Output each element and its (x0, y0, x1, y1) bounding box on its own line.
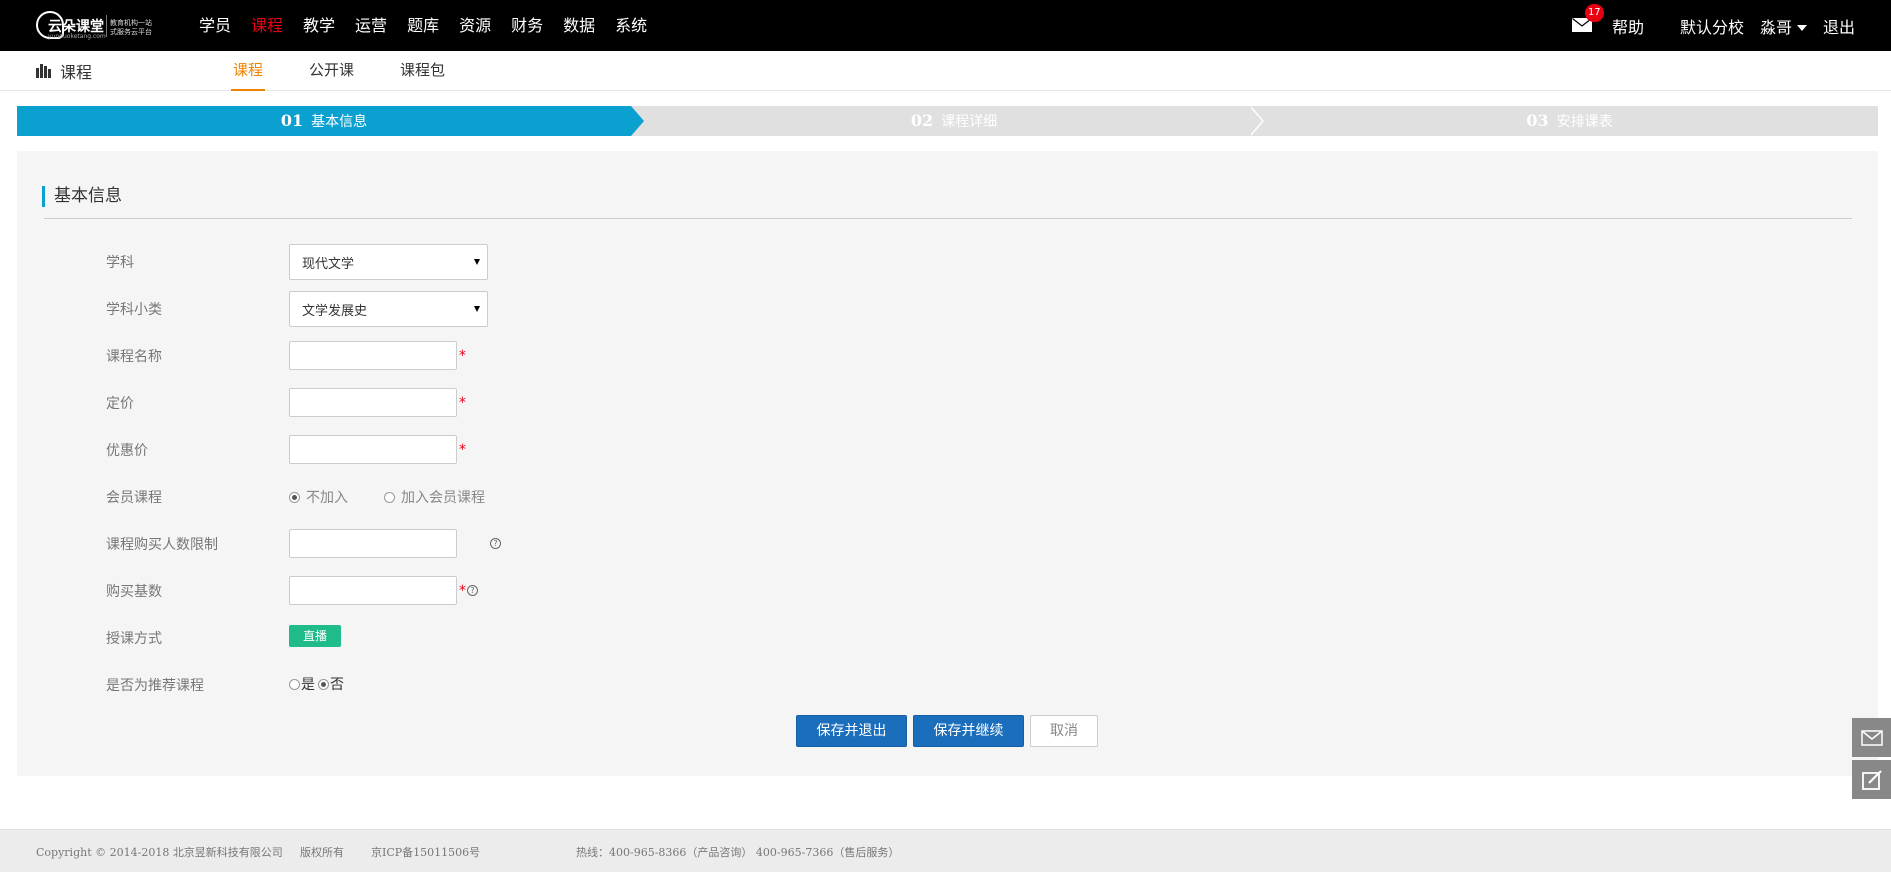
subcategory-value: 文学发展史 (302, 303, 368, 319)
course-name-row: * (289, 341, 466, 370)
subject-select[interactable]: 现代文学 (289, 244, 488, 280)
nav-data[interactable]: 数据 (563, 0, 595, 51)
envelope-icon (1860, 729, 1883, 746)
purchase-base-row: * ? (289, 576, 478, 605)
sub-tabs: 课程 公开课 课程包 (231, 51, 489, 91)
branch-link[interactable]: 默认分校 (1680, 14, 1744, 38)
member-course-options: 不加入 加入会员课程 (289, 487, 521, 507)
step-arrow (631, 106, 644, 136)
footer: Copyright © 2014-2018 北京昱新科技有限公司 版权所有 京I… (0, 829, 1891, 872)
help-link[interactable]: 帮助 (1612, 14, 1644, 38)
step-schedule: 03 安排课表 (1526, 111, 1613, 130)
step-course-detail: 02 课程详细 (910, 111, 998, 130)
purchase-base-label: 购买基数 (106, 584, 162, 600)
library-icon (36, 64, 52, 78)
nav-students[interactable]: 学员 (199, 0, 231, 51)
teaching-mode-label: 授课方式 (106, 631, 162, 647)
required-mark: * (459, 582, 466, 599)
question-icon[interactable]: ? (467, 585, 478, 596)
footer-hotline: 热线：400-965-8366（产品咨询） 400-965-7366（售后服务） (576, 846, 900, 859)
subject-label: 学科 (106, 255, 134, 271)
recommend-label: 是否为推荐课程 (106, 678, 204, 694)
nav-finance[interactable]: 财务 (511, 0, 543, 51)
logo-tagline-2: 式服务云平台 (110, 28, 152, 36)
dropdown-arrow-icon (474, 306, 480, 312)
tab-course[interactable]: 课程 (231, 51, 266, 91)
caret-down-icon (1796, 25, 1807, 31)
recommend-no-radio[interactable] (318, 678, 329, 690)
top-navbar: 云朵课堂 教育机构一站 式服务云平台 yunduoketang.com 学员 课… (0, 0, 1891, 51)
mail-count-badge: 17 (1584, 3, 1604, 22)
nav-resources[interactable]: 资源 (459, 0, 491, 51)
mail-button[interactable]: 17 (1571, 3, 1604, 34)
nav-teaching[interactable]: 教学 (303, 0, 335, 51)
discount-price-label: 优惠价 (106, 443, 148, 459)
nav-question-bank[interactable]: 题库 (407, 0, 439, 51)
tab-course-package[interactable]: 课程包 (398, 51, 447, 91)
price-row: * (289, 388, 466, 417)
logo-url: yunduoketang.com (48, 33, 106, 40)
logo-divider (106, 15, 107, 37)
step-progress: 01 基本信息 02 课程详细 03 安排课表 (17, 106, 1878, 136)
save-exit-button[interactable]: 保存并退出 (796, 715, 907, 747)
tab-open-course[interactable]: 公开课 (307, 51, 356, 91)
nav-operations[interactable]: 运营 (355, 0, 387, 51)
step-basic-info: 01 基本信息 (17, 106, 631, 136)
footer-icp[interactable]: 京ICP备15011506号 (371, 844, 480, 860)
footer-rights: 版权所有 (300, 846, 344, 859)
recommend-yes-label[interactable]: 是 (301, 674, 315, 694)
discount-price-input[interactable] (289, 435, 457, 464)
side-edit-button[interactable] (1852, 760, 1891, 799)
purchase-limit-input[interactable] (289, 529, 457, 558)
user-menu[interactable]: 淼哥 (1760, 14, 1807, 38)
required-mark: * (459, 394, 466, 411)
recommend-no-label[interactable]: 否 (330, 674, 344, 694)
course-name-input[interactable] (289, 341, 457, 370)
sub-navbar: 课程 课程 公开课 课程包 (0, 51, 1891, 91)
course-name-label: 课程名称 (106, 349, 162, 365)
live-tag[interactable]: 直播 (289, 625, 342, 647)
subcategory-select[interactable]: 文学发展史 (289, 291, 488, 327)
form-panel: 基本信息 学科 现代文学 学科小类 文学发展史 课程名称 * 定价 * 优惠价 … (17, 151, 1878, 776)
form-section-title: 基本信息 (42, 186, 122, 207)
dropdown-arrow-icon (474, 259, 480, 265)
question-icon[interactable]: ? (490, 538, 501, 549)
footer-copyright: Copyright © 2014-2018 北京昱新科技有限公司 (36, 846, 283, 859)
nav-system[interactable]: 系统 (615, 0, 647, 51)
member-no-label[interactable]: 不加入 (306, 487, 348, 507)
subject-value: 现代文学 (302, 256, 355, 272)
section-divider (44, 218, 1852, 219)
recommend-options: 是 否 (289, 674, 347, 694)
member-yes-label[interactable]: 加入会员课程 (401, 487, 485, 507)
top-right-actions: 17 帮助 默认分校 淼哥 退出 (1571, 0, 1855, 51)
required-mark: * (459, 347, 466, 364)
member-yes-radio[interactable] (384, 491, 395, 503)
teaching-mode-row: 直播 (289, 625, 342, 647)
recommend-yes-radio[interactable] (289, 678, 300, 690)
required-mark: * (459, 441, 466, 458)
section-title-text: 课程 (60, 63, 93, 82)
member-no-radio[interactable] (289, 491, 300, 503)
purchase-base-input[interactable] (289, 576, 457, 605)
edit-icon (1861, 769, 1882, 790)
member-course-label: 会员课程 (106, 490, 162, 506)
side-mail-button[interactable] (1852, 718, 1891, 757)
purchase-limit-label: 课程购买人数限制 (106, 537, 218, 553)
logo[interactable]: 云朵课堂 教育机构一站 式服务云平台 yunduoketang.com (36, 9, 152, 41)
subcategory-label: 学科小类 (106, 302, 162, 318)
cancel-button[interactable]: 取消 (1030, 715, 1098, 747)
price-input[interactable] (289, 388, 457, 417)
price-label: 定价 (106, 396, 134, 412)
main-nav: 学员 课程 教学 运营 题库 资源 财务 数据 系统 (199, 0, 667, 51)
purchase-limit-row: ? (289, 529, 501, 558)
section-title: 课程 (36, 51, 92, 91)
nav-courses[interactable]: 课程 (251, 0, 283, 51)
discount-price-row: * (289, 435, 466, 464)
user-name: 淼哥 (1759, 17, 1792, 37)
logout-link[interactable]: 退出 (1823, 14, 1855, 38)
save-continue-button[interactable]: 保存并继续 (913, 715, 1024, 747)
